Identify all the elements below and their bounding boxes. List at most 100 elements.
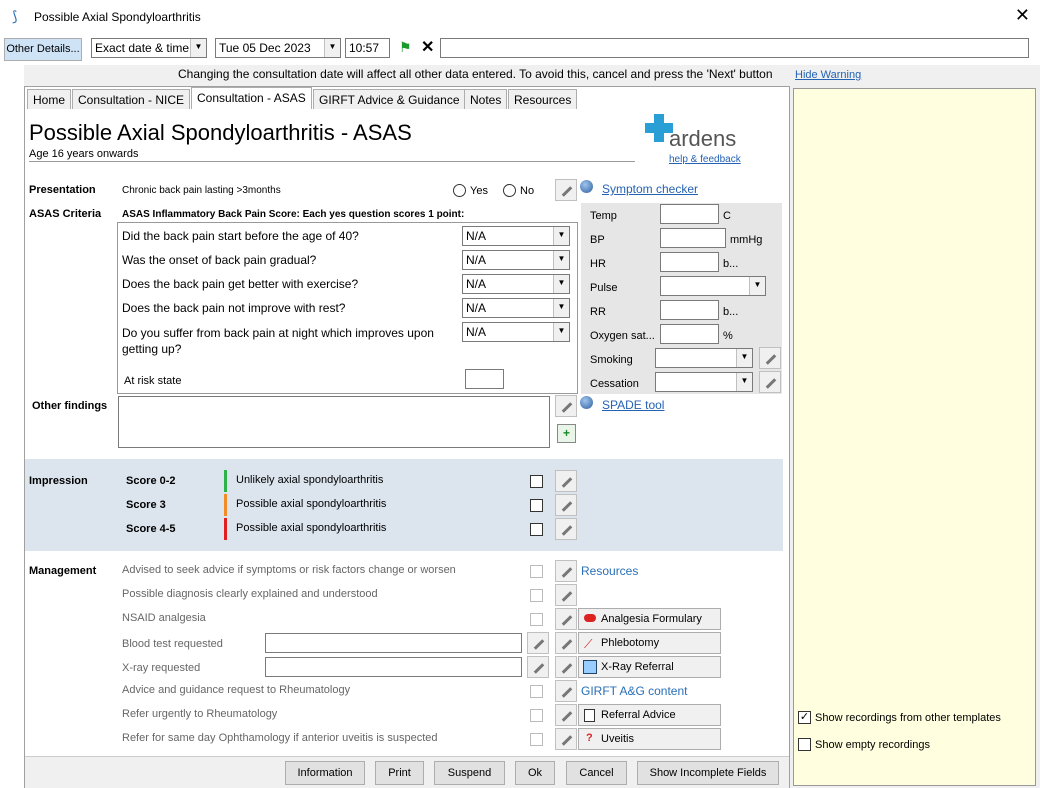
- cessation-select[interactable]: ▼: [655, 372, 753, 392]
- show-incomplete-fields-button[interactable]: Show Incomplete Fields: [637, 761, 779, 785]
- hr-input[interactable]: [660, 252, 719, 272]
- show-other-templates-checkbox[interactable]: ✓: [798, 711, 811, 724]
- question-3-select[interactable]: N/A ▼: [462, 274, 570, 294]
- pencil-icon[interactable]: [555, 494, 577, 516]
- question-1-select[interactable]: N/A ▼: [462, 226, 570, 246]
- score-4-5-checkbox[interactable]: [530, 523, 543, 536]
- page-title: Possible Axial Spondyloarthritis - ASAS: [29, 120, 412, 145]
- girft-content-link[interactable]: GIRFT A&G content: [581, 684, 688, 698]
- globe-icon: [580, 396, 593, 409]
- score-4-5-label: Score 4-5: [126, 523, 176, 535]
- rr-input[interactable]: [660, 300, 719, 320]
- time-input[interactable]: 10:57: [345, 38, 390, 58]
- add-note-icon[interactable]: +: [557, 424, 576, 443]
- uveitis-button[interactable]: ? Uveitis: [578, 728, 721, 750]
- cessation-pencil-icon[interactable]: [759, 371, 781, 393]
- question-1: Did the back pain start before the age o…: [122, 229, 359, 243]
- pencil-icon[interactable]: [555, 728, 577, 750]
- score-orange-bar: [224, 494, 227, 516]
- hide-warning-link[interactable]: Hide Warning: [795, 69, 861, 81]
- other-findings-input[interactable]: [118, 396, 550, 448]
- question-5-select[interactable]: N/A ▼: [462, 322, 570, 342]
- flag-icon[interactable]: ⚑: [399, 39, 412, 56]
- bp-unit: mmHg: [730, 234, 763, 246]
- smoking-select[interactable]: ▼: [655, 348, 753, 368]
- tab-girft[interactable]: GIRFT Advice & Guidance: [313, 89, 466, 109]
- cessation-label: Cessation: [590, 378, 639, 390]
- management-item-7-checkbox[interactable]: [530, 709, 543, 722]
- xray-referral-button[interactable]: X-Ray Referral: [578, 656, 721, 678]
- pencil-icon[interactable]: [555, 518, 577, 540]
- phlebotomy-button[interactable]: ⟋ Phlebotomy: [578, 632, 721, 654]
- yes-radio[interactable]: [453, 184, 466, 197]
- print-button[interactable]: Print: [375, 761, 424, 785]
- pencil-icon[interactable]: [555, 584, 577, 606]
- pencil-icon[interactable]: [555, 395, 577, 417]
- no-label: No: [520, 185, 535, 197]
- question-3: Does the back pain get better with exerc…: [122, 277, 359, 291]
- no-radio[interactable]: [503, 184, 516, 197]
- ok-button[interactable]: Ok: [515, 761, 555, 785]
- print-icon[interactable]: [555, 632, 577, 654]
- resources-link[interactable]: Resources: [581, 564, 638, 578]
- management-label: Management: [29, 565, 97, 577]
- temp-input[interactable]: [660, 204, 719, 224]
- management-item-2-checkbox[interactable]: [530, 589, 543, 602]
- score-3-checkbox[interactable]: [530, 499, 543, 512]
- pencil-icon[interactable]: [555, 608, 577, 630]
- xray-input[interactable]: [265, 657, 522, 677]
- pencil-icon[interactable]: [555, 560, 577, 582]
- date-warning: Changing the consultation date will affe…: [0, 65, 1040, 87]
- syringe-icon: ⟋: [584, 637, 593, 651]
- smoking-pencil-icon[interactable]: [759, 347, 781, 369]
- analgesia-formulary-button[interactable]: Analgesia Formulary: [578, 608, 721, 630]
- spade-tool-link[interactable]: SPADE tool: [602, 398, 664, 412]
- brand-name: ardens: [669, 126, 737, 151]
- information-button[interactable]: Information: [285, 761, 365, 785]
- pencil-icon[interactable]: [555, 704, 577, 726]
- question-4-select[interactable]: N/A ▼: [462, 298, 570, 318]
- tab-consultation-asas[interactable]: Consultation - ASAS: [191, 87, 312, 109]
- pencil-icon[interactable]: [555, 179, 577, 201]
- management-item-1-checkbox[interactable]: [530, 565, 543, 578]
- score-4-5-text: Possible axial spondyloarthritis: [236, 522, 387, 534]
- management-item-6-checkbox[interactable]: [530, 685, 543, 698]
- pulse-select[interactable]: ▼: [660, 276, 766, 296]
- pencil-icon[interactable]: [555, 680, 577, 702]
- clear-icon[interactable]: ✕: [421, 37, 434, 57]
- score-3-text: Possible axial spondyloarthritis: [236, 498, 387, 510]
- show-empty-recordings-checkbox[interactable]: [798, 738, 811, 751]
- question-2-select[interactable]: N/A ▼: [462, 250, 570, 270]
- score-0-2-checkbox[interactable]: [530, 475, 543, 488]
- chevron-down-icon: ▼: [553, 275, 569, 293]
- oxygen-input[interactable]: [660, 324, 719, 344]
- oxygen-unit: %: [723, 330, 733, 342]
- consultation-text-input[interactable]: [440, 38, 1029, 58]
- pencil-icon[interactable]: [555, 470, 577, 492]
- management-item-3-checkbox[interactable]: [530, 613, 543, 626]
- date-picker[interactable]: Tue 05 Dec 2023 ▼: [215, 38, 341, 58]
- at-risk-value: [465, 369, 504, 389]
- tab-home[interactable]: Home: [27, 89, 72, 109]
- tab-resources[interactable]: Resources: [508, 89, 578, 109]
- symptom-checker-link[interactable]: Symptom checker: [602, 182, 698, 196]
- blood-test-input[interactable]: [265, 633, 522, 653]
- tab-notes[interactable]: Notes: [464, 89, 508, 109]
- pencil-icon[interactable]: [527, 656, 549, 678]
- cancel-button[interactable]: Cancel: [566, 761, 627, 785]
- management-item-8-checkbox[interactable]: [530, 733, 543, 746]
- score-red-bar: [224, 518, 227, 540]
- chevron-down-icon: ▼: [553, 299, 569, 317]
- other-details-button[interactable]: Other Details...: [4, 38, 82, 61]
- help-feedback-link[interactable]: help & feedback: [669, 154, 741, 165]
- suspend-button[interactable]: Suspend: [434, 761, 505, 785]
- print-icon[interactable]: [555, 656, 577, 678]
- tab-consultation-nice[interactable]: Consultation - NICE: [72, 89, 191, 109]
- close-icon[interactable]: ✕: [1015, 5, 1030, 26]
- date-mode-select[interactable]: Exact date & time ▼: [91, 38, 207, 58]
- bp-input[interactable]: [660, 228, 726, 248]
- referral-advice-button[interactable]: Referral Advice: [578, 704, 721, 726]
- recordings-pane: [793, 88, 1036, 786]
- chevron-down-icon: ▼: [553, 227, 569, 245]
- pencil-icon[interactable]: [527, 632, 549, 654]
